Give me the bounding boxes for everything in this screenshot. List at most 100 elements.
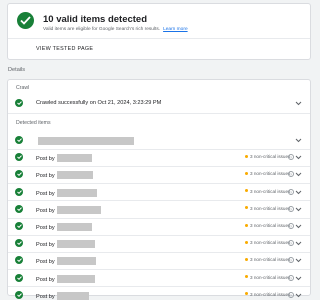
check-circle-icon [15,273,23,282]
detected-item-label-text: Post by [36,190,55,197]
help-circle-icon[interactable]: ? [288,154,294,161]
chevron-down-icon[interactable] [295,223,302,229]
summary-title: 10 valid items detected [43,14,148,25]
summary-subtitle-text: Valid items are eligible for Google Sear… [43,27,161,32]
crawl-section-title: Crawl [16,85,30,91]
learn-more-link[interactable]: Learn more [163,27,188,32]
chevron-down-icon[interactable] [295,257,302,263]
details-card: Crawl Crawled successfully on Oct 21, 20… [7,79,311,300]
issues-badge: 3 non-critical issues [245,275,290,280]
detected-item-label-text: Post by [36,207,55,214]
issues-text: 3 non-critical issues [250,188,291,194]
redacted-name [38,137,134,145]
help-circle-icon[interactable]: ? [288,171,294,178]
detected-item-label: Post by [36,223,92,231]
warning-dot-icon [245,154,248,158]
help-circle-icon[interactable]: ? [288,223,294,229]
chevron-down-icon[interactable] [295,206,302,212]
redacted-name [56,257,96,266]
check-circle-icon [15,222,23,230]
redacted-name [56,171,93,180]
issues-text: 3 non-critical issues [250,223,291,228]
redacted-name [56,240,95,249]
check-circle-icon [17,12,34,29]
detected-item-label: Post by [36,154,92,163]
detected-item-row[interactable]: Post by 3 non-critical issues? [8,235,310,252]
chevron-down-icon[interactable] [295,100,302,106]
issues-text: 3 non-critical issues [250,240,291,246]
issues-badge: 3 non-critical issues [245,223,290,228]
crawl-status: Crawled successfully on Oct 21, 2024, 3:… [36,100,162,106]
issues-badge: 3 non-critical issues [245,171,290,176]
issues-text: 3 non-critical issues [250,274,291,280]
issues-text: 3 non-critical issues [250,154,291,160]
check-circle-icon [15,239,23,248]
detected-item-row[interactable]: Post by 3 non-critical issues? [8,149,310,166]
warning-dot-icon [245,206,248,210]
detected-item-row[interactable]: Post by 3 non-critical issues? [8,166,310,183]
warning-dot-icon [245,223,248,227]
detected-item-label: Post by [36,205,101,214]
redacted-name [56,188,97,197]
help-circle-icon[interactable]: ? [288,188,294,195]
chevron-down-icon[interactable] [295,189,302,195]
redacted-name [56,154,92,163]
help-circle-icon[interactable]: ? [288,205,294,212]
help-circle-icon[interactable]: ? [288,274,294,281]
detected-item-label-text: Post by [36,293,55,300]
chevron-down-icon[interactable] [295,240,302,246]
issues-text: 3 non-critical issues [250,257,291,263]
issues-badge: 3 non-critical issues [245,154,290,159]
issues-badge: 3 non-critical issues [245,189,290,194]
detected-item-label: Post by [36,274,95,283]
check-circle-icon [15,170,23,179]
crawl-row[interactable]: Crawled successfully on Oct 21, 2024, 3:… [8,95,310,112]
detected-item-row[interactable] [8,132,310,149]
view-tested-page-button[interactable]: VIEW TESTED PAGE [36,46,93,52]
issues-badge: 3 non-critical issues [245,206,290,211]
detected-item-label-text: Post by [36,259,55,266]
chevron-down-icon[interactable] [295,292,302,298]
issues-text: 3 non-critical issues [250,171,291,177]
check-circle-icon [15,136,23,144]
detected-item-label: Post by [36,188,97,197]
issues-badge: 3 non-critical issues [245,257,290,262]
detected-item-row[interactable]: Post by 3 non-critical issues? [8,184,310,201]
issues-badge: 3 non-critical issues [245,240,290,245]
summary-subtitle: Valid items are eligible for Google Sear… [43,27,188,32]
warning-dot-icon [245,275,248,279]
detected-item-label-text: Post by [36,156,55,163]
issues-text: 3 non-critical issues [250,291,291,297]
detected-items-section-title: Detected items [16,120,51,126]
help-circle-icon[interactable]: ? [288,240,294,247]
detected-item-label: Post by [36,240,95,249]
divider [8,113,310,114]
detected-item-label-text: Post by [36,276,55,283]
redacted-name [56,291,89,300]
detected-item-row[interactable]: Post by 3 non-critical issues? [8,201,310,218]
redacted-name [56,205,101,214]
issues-badge: 3 non-critical issues [245,292,290,297]
detected-item-row[interactable]: Post by 3 non-critical issues? [8,287,310,300]
chevron-down-icon[interactable] [295,154,302,160]
detected-item-label: Post by [36,257,96,266]
check-circle-icon [15,153,23,162]
divider [8,38,310,39]
detected-item-label: Post by [36,291,89,300]
help-circle-icon[interactable]: ? [288,291,294,298]
help-circle-icon[interactable]: ? [288,257,294,264]
warning-dot-icon [245,240,248,244]
chevron-down-icon[interactable] [295,275,302,281]
issues-text: 3 non-critical issues [250,205,291,211]
detected-item-label-text: Post by [36,173,55,180]
detected-item-row[interactable]: Post by 3 non-critical issues? [8,270,310,287]
detected-item-label-text: Post by [36,225,55,231]
detected-item-row[interactable]: Post by 3 non-critical issues? [8,218,310,235]
detected-item-row[interactable]: Post by 3 non-critical issues? [8,252,310,269]
warning-dot-icon [245,189,248,193]
chevron-down-icon[interactable] [295,137,302,143]
check-circle-icon [15,290,23,299]
chevron-down-icon[interactable] [295,171,302,177]
check-circle-icon [15,187,23,196]
check-circle-icon [15,204,23,213]
